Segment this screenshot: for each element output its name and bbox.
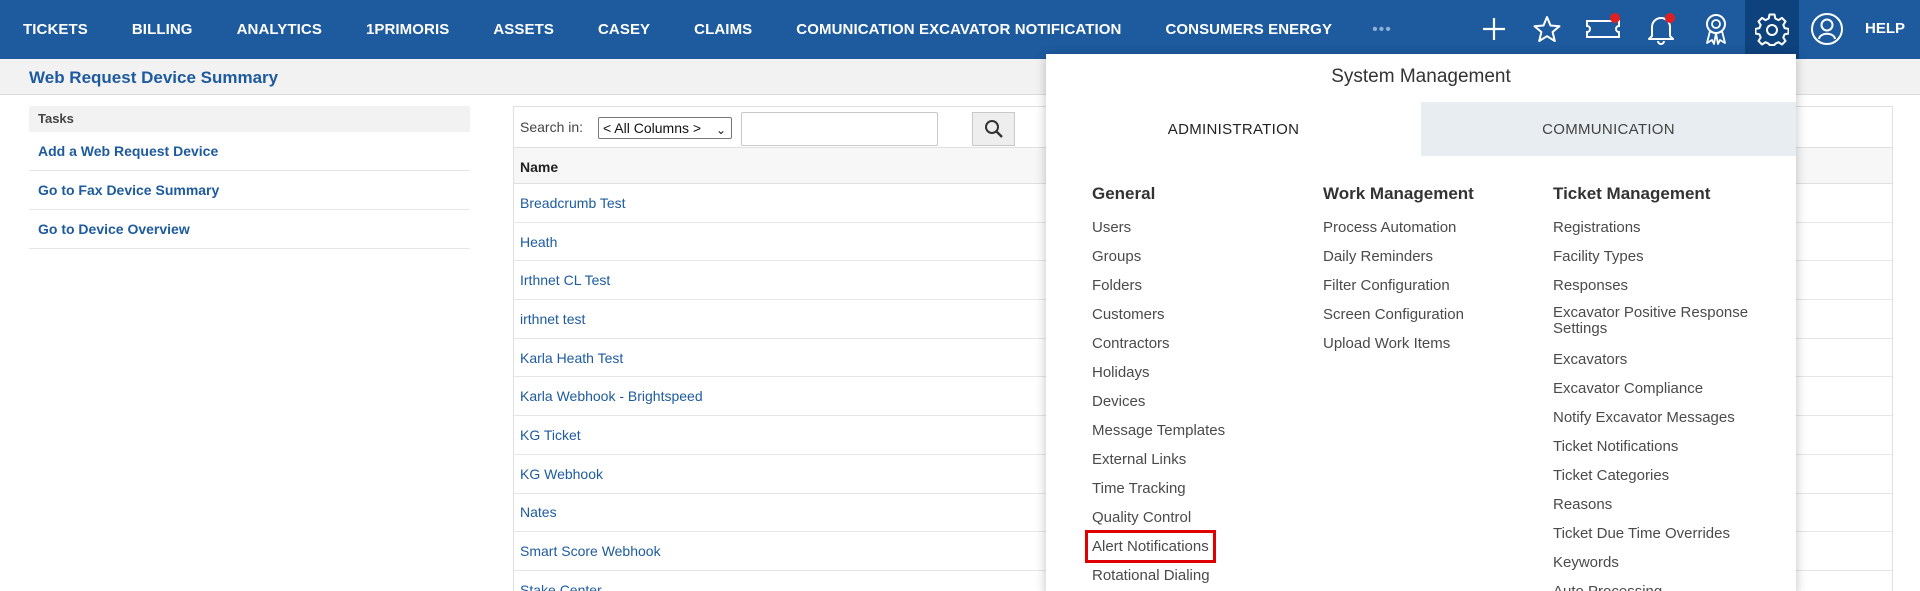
device-link[interactable]: Smart Score Webhook [520,543,661,559]
search-in-label: Search in: [520,119,584,135]
general-heading: General [1092,184,1156,203]
search-input[interactable] [741,112,938,146]
chevron-down-icon: ⌄ [715,123,726,137]
menu-link-upload-work-items[interactable]: Upload Work Items [1323,334,1538,353]
device-link[interactable]: Heath [520,234,557,250]
menu-link-facility-types[interactable]: Facility Types [1553,247,1768,266]
tasks-panel: Tasks Add a Web Request Device Go to Fax… [29,106,470,249]
menu-link-process-automation[interactable]: Process Automation [1323,218,1538,237]
column-select[interactable]: < All Columns > ⌄ [598,117,732,139]
nav-item-tickets[interactable]: TICKETS [23,21,88,38]
device-link[interactable]: Stake Center [520,582,602,591]
menu-link-notify-excavator-messages[interactable]: Notify Excavator Messages [1553,408,1768,427]
menu-link-external-links[interactable]: External Links [1092,450,1307,469]
menu-link-quality-control[interactable]: Quality Control [1092,508,1307,527]
bell-icon[interactable] [1642,10,1680,48]
nav-item-1primoris[interactable]: 1PRIMORIS [366,21,449,38]
device-link[interactable]: KG Webhook [520,466,603,482]
bell-badge [1665,13,1675,23]
menu-link-daily-reminders[interactable]: Daily Reminders [1323,247,1538,266]
nav-item-assets[interactable]: ASSETS [493,21,554,38]
work-management-heading: Work Management [1323,184,1474,203]
menu-link-excavators[interactable]: Excavators [1553,350,1768,369]
menu-link-holidays[interactable]: Holidays [1092,363,1307,382]
system-management-title: System Management [1331,66,1511,87]
menu-link-folders[interactable]: Folders [1092,276,1307,295]
device-link[interactable]: Nates [520,504,557,520]
nav-item-consumers-energy[interactable]: CONSUMERS ENERGY [1165,21,1332,38]
go-to-device-overview-link[interactable]: Go to Device Overview [29,210,470,249]
system-management-menu: System Management ADMINISTRATION COMMUNI… [1046,54,1796,591]
star-icon[interactable] [1528,10,1566,48]
device-link[interactable]: irthnet test [520,311,585,327]
menu-link-excavator-positive-response-settings[interactable]: Excavator Positive Response Settings [1553,305,1768,337]
ticket-badge [1610,13,1620,23]
column-header-name[interactable]: Name [520,159,558,175]
device-link[interactable]: Breadcrumb Test [520,195,626,211]
device-link[interactable]: Irthnet CL Test [520,272,610,288]
top-nav: TICKETS BILLING ANALYTICS 1PRIMORIS ASSE… [0,0,1920,59]
nav-more-button[interactable]: ••• [1372,21,1392,39]
menu-link-filter-configuration[interactable]: Filter Configuration [1323,276,1538,295]
device-link[interactable]: KG Ticket [520,427,581,443]
menu-link-screen-configuration[interactable]: Screen Configuration [1323,305,1538,324]
menu-link-excavator-compliance[interactable]: Excavator Compliance [1553,379,1768,398]
menu-link-registrations[interactable]: Registrations [1553,218,1768,237]
go-to-fax-device-summary-link[interactable]: Go to Fax Device Summary [29,171,470,210]
ticket-icon[interactable] [1584,10,1622,48]
page-title: Web Request Device Summary [29,68,279,87]
menu-link-rotational-dialing[interactable]: Rotational Dialing [1092,566,1307,585]
menu-link-ticket-notifications[interactable]: Ticket Notifications [1553,437,1768,456]
search-button[interactable] [972,112,1015,146]
menu-link-ticket-due-time-overrides[interactable]: Ticket Due Time Overrides [1553,524,1768,543]
menu-link-responses[interactable]: Responses [1553,276,1768,295]
device-link[interactable]: Karla Heath Test [520,350,623,366]
add-web-request-device-link[interactable]: Add a Web Request Device [29,132,470,171]
nav-item-billing[interactable]: BILLING [132,21,193,38]
menu-link-customers[interactable]: Customers [1092,305,1307,324]
nav-item-analytics[interactable]: ANALYTICS [237,21,322,38]
nav-item-claims[interactable]: CLAIMS [694,21,752,38]
system-management-tabs: ADMINISTRATION COMMUNICATION [1046,102,1796,156]
search-icon [984,120,1003,138]
help-link[interactable]: HELP [1865,20,1905,37]
menu-link-users[interactable]: Users [1092,218,1307,237]
gear-icon[interactable] [1745,0,1799,59]
user-avatar-icon[interactable] [1808,10,1846,48]
menu-link-auto-processing[interactable]: Auto Processing [1553,582,1768,591]
tab-administration[interactable]: ADMINISTRATION [1046,102,1421,156]
menu-link-alert-notifications[interactable]: Alert Notifications [1085,530,1216,563]
menu-link-contractors[interactable]: Contractors [1092,334,1307,353]
tasks-heading: Tasks [29,106,470,132]
column-select-value: < All Columns > [603,120,702,136]
menu-link-message-templates[interactable]: Message Templates [1092,421,1307,440]
work-management-column: Work Management Process Automation Daily… [1323,184,1538,363]
tab-communication[interactable]: COMMUNICATION [1421,102,1796,156]
device-link[interactable]: Karla Webhook - Brightspeed [520,388,703,404]
award-icon[interactable] [1697,10,1735,48]
plus-icon[interactable] [1475,10,1513,48]
menu-link-groups[interactable]: Groups [1092,247,1307,266]
menu-link-keywords[interactable]: Keywords [1553,553,1768,572]
menu-link-ticket-categories[interactable]: Ticket Categories [1553,466,1768,485]
general-column: General Users Groups Folders Customers C… [1085,184,1307,591]
menu-link-reasons[interactable]: Reasons [1553,495,1768,514]
ticket-management-column: Ticket Management Registrations Facility… [1553,184,1768,591]
nav-item-comunication-excavator-notification[interactable]: COMUNICATION EXCAVATOR NOTIFICATION [796,21,1121,38]
nav-item-casey[interactable]: CASEY [598,21,650,38]
ticket-management-heading: Ticket Management [1553,184,1711,203]
menu-link-time-tracking[interactable]: Time Tracking [1092,479,1307,498]
menu-link-devices[interactable]: Devices [1092,392,1307,411]
